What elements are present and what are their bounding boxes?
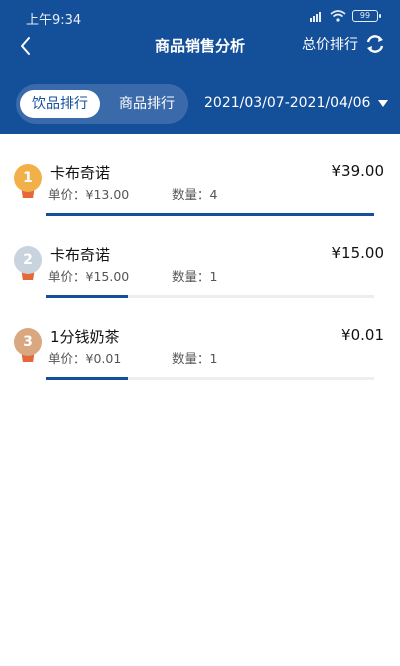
- item-quantity: 数量：4: [172, 187, 218, 202]
- item-total-price: ¥39.00: [331, 162, 385, 180]
- date-range-picker[interactable]: 2021/03/07-2021/04/06: [204, 95, 389, 111]
- item-name: 卡布奇诺: [50, 246, 111, 264]
- item-unit-price: 单价：¥0.01: [48, 351, 122, 366]
- dropdown-caret-icon: [378, 99, 389, 107]
- item-unit-price: 单价：¥15.00: [48, 269, 130, 284]
- nav-bar: 商品销售分析 总价排行: [0, 30, 400, 62]
- status-bar: 上午9:34 99: [0, 0, 400, 30]
- category-segmented-control: 饮品排行 商品排行: [16, 84, 188, 124]
- item-total-price: ¥15.00: [331, 244, 385, 262]
- wifi-icon: [330, 10, 346, 22]
- item-total-price: ¥0.01: [341, 326, 384, 344]
- tab-goods-ranking[interactable]: 商品排行: [108, 90, 186, 118]
- header: 上午9:34 99 商品销售分析 总价排行 饮品排行 商品排行 2021/03/…: [0, 0, 400, 134]
- list-item[interactable]: 3 1分钱奶茶 ¥0.01 单价：¥0.01 数量：1: [0, 298, 400, 380]
- rank-medal-icon: 1: [14, 164, 42, 200]
- tab-drinks-ranking[interactable]: 饮品排行: [20, 90, 100, 118]
- item-name: 1分钱奶茶: [50, 328, 120, 346]
- status-time: 上午9:34: [26, 13, 82, 28]
- item-unit-price: 单价：¥13.00: [48, 187, 130, 202]
- signal-icon: [310, 12, 321, 22]
- progress-track: [46, 377, 374, 380]
- sort-by-total-button[interactable]: 总价排行: [302, 33, 386, 55]
- item-name: 卡布奇诺: [50, 164, 111, 182]
- item-quantity: 数量：1: [172, 351, 218, 366]
- rank-number: 2: [14, 246, 42, 274]
- sort-label: 总价排行: [302, 37, 358, 53]
- rank-number: 1: [14, 164, 42, 192]
- rank-medal-icon: 3: [14, 328, 42, 364]
- list-item[interactable]: 2 卡布奇诺 ¥15.00 单价：¥15.00 数量：1: [0, 216, 400, 298]
- refresh-swap-icon: [366, 35, 384, 53]
- status-icons: 99: [310, 8, 381, 24]
- battery-icon: 99: [352, 10, 381, 22]
- progress-fill: [46, 377, 128, 380]
- rank-number: 3: [14, 328, 42, 356]
- list-item[interactable]: 1 卡布奇诺 ¥39.00 单价：¥13.00 数量：4: [0, 134, 400, 216]
- date-range-text: 2021/03/07-2021/04/06: [204, 95, 371, 111]
- rank-medal-icon: 2: [14, 246, 42, 282]
- item-quantity: 数量：1: [172, 269, 218, 284]
